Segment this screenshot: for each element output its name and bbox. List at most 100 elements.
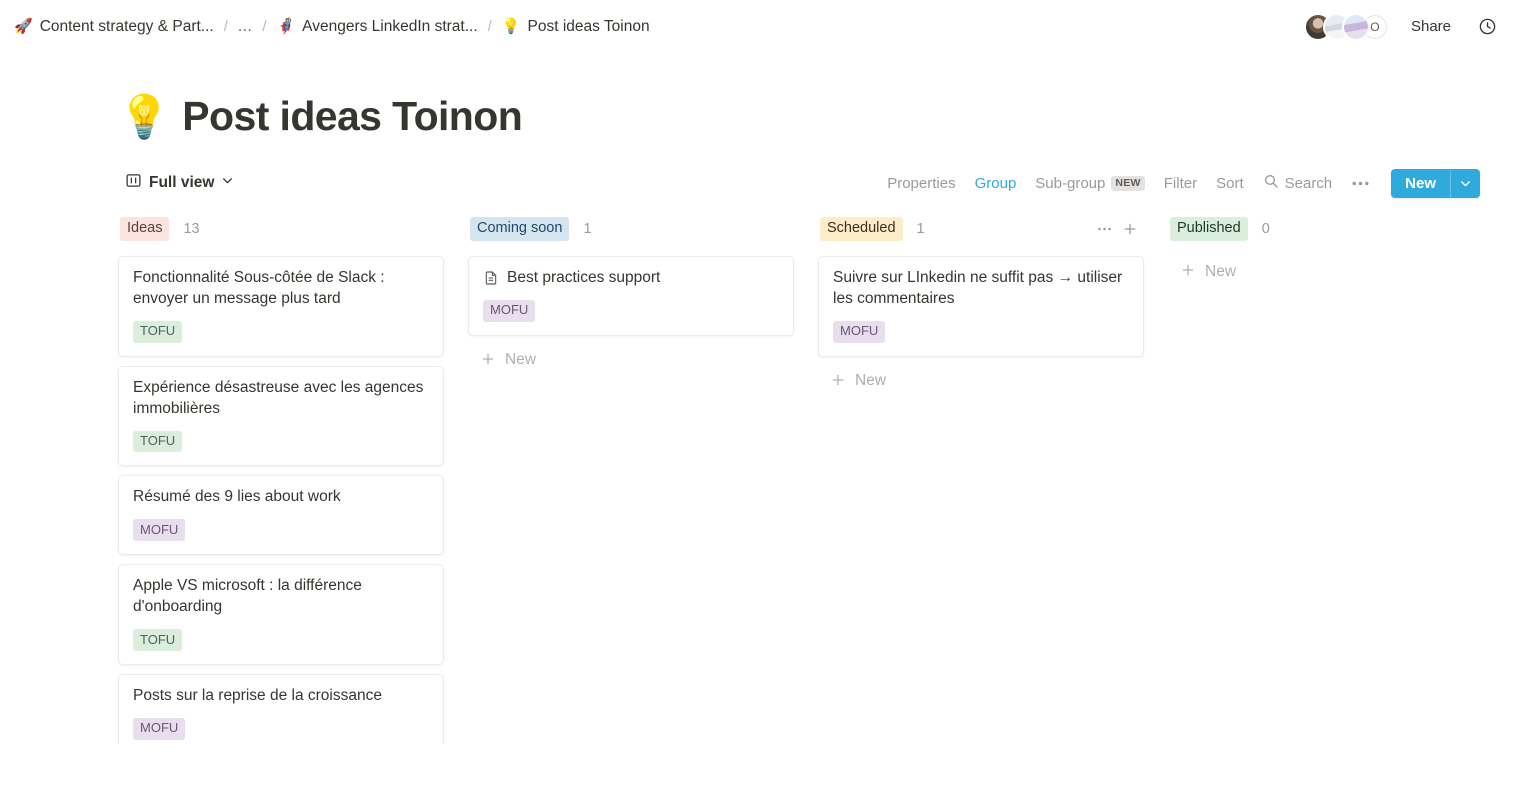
add-new-card-label: New — [855, 372, 887, 390]
breadcrumb-separator: / — [487, 18, 492, 35]
new-feature-badge: NEW — [1111, 175, 1145, 191]
plus-icon — [480, 351, 496, 370]
rocket-emoji: 🚀 — [14, 18, 33, 35]
board-card-title-row: Expérience désastreuse avec les agences … — [133, 378, 429, 420]
board-view-icon — [125, 172, 142, 194]
board-column-name-chip[interactable]: Published — [1170, 217, 1248, 241]
page-title-area: 💡 Post ideas Toinon — [0, 53, 1517, 140]
board-card-tags: TOFU — [133, 430, 429, 453]
board-column-name-chip[interactable]: Scheduled — [820, 217, 903, 241]
plus-icon — [1180, 262, 1196, 281]
toolbar-item-label: Sort — [1216, 174, 1244, 192]
board-card-tags: MOFU — [133, 519, 429, 542]
board-column: Scheduled 1 Suivre sur LInkedin ne suffit … — [818, 214, 1144, 744]
board-card[interactable]: Suivre sur LInkedin ne suffit pas → util… — [818, 256, 1144, 357]
view-toolbar-actions: Properties Group Sub-group NEW Filter So… — [879, 168, 1480, 198]
collaborator-avatars: O — [1303, 12, 1389, 41]
board-column-name-chip[interactable]: Coming soon — [470, 217, 570, 241]
avatar[interactable] — [1341, 12, 1370, 41]
board-card-title-row: Fonctionnalité Sous-côtée de Slack : env… — [133, 268, 429, 310]
view-selector-label: Full view — [149, 174, 215, 191]
breadcrumb: 🚀 Content strategy & Part... / ... / 🦸 A… — [8, 15, 656, 39]
board-card-tag[interactable]: TOFU — [133, 320, 183, 343]
board-column-name-chip[interactable]: Ideas — [120, 217, 170, 241]
breadcrumb-separator: / — [223, 18, 228, 35]
share-button[interactable]: Share — [1403, 14, 1459, 39]
board-card-title: Fonctionnalité Sous-côtée de Slack : env… — [133, 269, 385, 307]
board-card[interactable]: Fonctionnalité Sous-côtée de Slack : env… — [118, 256, 444, 357]
toolbar-sub-group[interactable]: Sub-group NEW — [1027, 171, 1152, 196]
board-card-title: Résumé des 9 lies about work — [133, 488, 341, 506]
plus-icon — [830, 372, 846, 391]
board-card[interactable]: Best practices support MOFU — [468, 256, 794, 336]
board-card-title: Apple VS microsoft : la différence d'onb… — [133, 577, 362, 616]
board-card-tag[interactable]: MOFU — [133, 519, 186, 542]
board-card-title-row: Best practices support — [483, 268, 779, 289]
add-new-card-label: New — [505, 351, 537, 369]
breadcrumb-label: Post ideas Toinon — [527, 17, 650, 35]
toolbar-group[interactable]: Group — [967, 171, 1025, 196]
toolbar-search[interactable]: Search — [1255, 169, 1341, 197]
board-card-tag[interactable]: MOFU — [833, 320, 886, 343]
chevron-down-icon — [221, 174, 234, 192]
board-card[interactable]: Expérience désastreuse avec les agences … — [118, 365, 444, 467]
board-card-tag[interactable]: TOFU — [133, 629, 183, 652]
add-new-card-label: New — [1205, 262, 1237, 280]
board-column-actions — [1092, 217, 1142, 241]
board-card-tag[interactable]: TOFU — [133, 430, 183, 453]
board-card-title-row: Résumé des 9 lies about work — [133, 487, 429, 508]
board-column-count: 1 — [916, 221, 925, 237]
board-card-tag[interactable]: MOFU — [483, 299, 536, 322]
add-new-card-button[interactable]: New — [468, 345, 794, 376]
breadcrumb-item-content-strategy[interactable]: 🚀 Content strategy & Part... — [8, 15, 220, 39]
board-card-tag[interactable]: MOFU — [133, 717, 186, 740]
board-card-tags: TOFU — [133, 320, 429, 343]
board-column-header: Published 0 — [1168, 214, 1494, 244]
board-column: Published 0 New — [1168, 214, 1494, 744]
clock-icon[interactable] — [1473, 13, 1501, 41]
board-card[interactable]: Posts sur la reprise de la croissance MOF… — [118, 674, 444, 744]
toolbar-sort[interactable]: Sort — [1208, 171, 1252, 196]
board-column: Ideas 13 Fonctionnalité Sous-côtée de Slac… — [118, 214, 444, 744]
new-button-group: New — [1391, 168, 1480, 198]
page-document-icon — [483, 270, 499, 286]
superhero-emoji: 🦸 — [276, 18, 296, 35]
new-button[interactable]: New — [1391, 168, 1450, 198]
add-new-card-button[interactable]: New — [818, 366, 1144, 397]
breadcrumb-item-collapsed[interactable]: ... — [232, 16, 258, 38]
toolbar-filter[interactable]: Filter — [1156, 171, 1205, 196]
lightbulb-emoji[interactable]: 💡 — [118, 95, 170, 138]
board-card-title-row: Suivre sur LInkedin ne suffit pas → util… — [833, 268, 1129, 310]
new-button-dropdown-chevron-down-icon[interactable] — [1450, 168, 1480, 198]
board-card[interactable]: Apple VS microsoft : la différence d'onb… — [118, 564, 444, 666]
toolbar-more-options-icon[interactable] — [1343, 177, 1378, 190]
board-card-tags: TOFU — [133, 629, 429, 652]
toolbar-item-label: Properties — [887, 174, 956, 192]
page-title[interactable]: Post ideas Toinon — [182, 93, 522, 140]
lightbulb-emoji: 💡 — [501, 18, 521, 35]
board-card-title-row: Apple VS microsoft : la différence d'onb… — [133, 576, 429, 618]
board-column-header: Coming soon 1 — [468, 214, 794, 244]
breadcrumb-label: Avengers LinkedIn strat... — [302, 17, 478, 35]
add-new-card-button[interactable]: New — [1168, 256, 1494, 287]
toolbar-properties[interactable]: Properties — [879, 171, 963, 196]
board-card[interactable]: Résumé des 9 lies about work MOFU — [118, 475, 444, 556]
search-icon — [1263, 173, 1279, 193]
column-more-options-icon[interactable] — [1092, 217, 1116, 241]
board-column-count: 1 — [583, 221, 592, 237]
view-selector-full-view[interactable]: Full view — [118, 168, 241, 198]
breadcrumb-item-avengers-linkedin[interactable]: 🦸 Avengers LinkedIn strat... — [270, 15, 483, 39]
board-card-title: Expérience désastreuse avec les agences … — [133, 378, 424, 417]
top-bar: 🚀 Content strategy & Part... / ... / 🦸 A… — [0, 0, 1517, 53]
board-column-count: 13 — [183, 221, 200, 237]
board-card-tags: MOFU — [483, 299, 779, 322]
toolbar-item-label: Group — [974, 174, 1017, 192]
breadcrumb-item-post-ideas-toinon[interactable]: 💡 Post ideas Toinon — [496, 15, 656, 39]
column-add-card-plus-icon[interactable] — [1118, 217, 1142, 241]
toolbar-item-label: Filter — [1163, 174, 1198, 192]
toolbar-item-label: Search — [1284, 174, 1333, 192]
board-card-title: Suivre sur LInkedin ne suffit pas → util… — [833, 269, 1123, 307]
board-card-title: Best practices support — [507, 269, 661, 286]
kanban-board: Ideas 13 Fonctionnalité Sous-côtée de Slac… — [0, 214, 1517, 744]
board-column-header: Scheduled 1 — [818, 214, 1144, 244]
